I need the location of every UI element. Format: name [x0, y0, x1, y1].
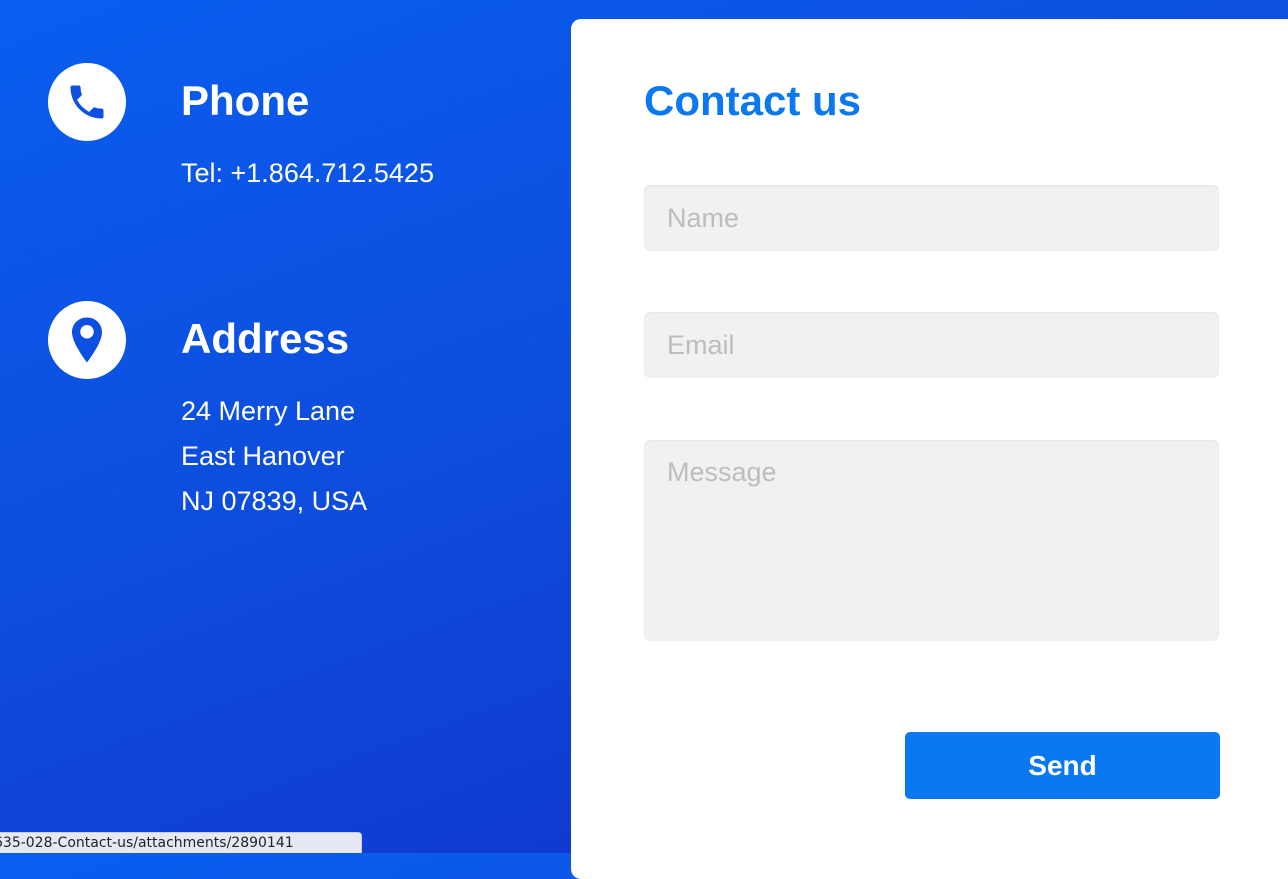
phone-number: Tel: +1.864.712.5425 [181, 158, 434, 188]
address-details: 24 Merry Lane East Hanover NJ 07839, USA [181, 389, 367, 524]
address-line-1: 24 Merry Lane [181, 396, 356, 426]
phone-icon [48, 63, 126, 141]
address-title: Address [181, 315, 350, 362]
message-textarea[interactable] [644, 440, 1219, 641]
map-pin-icon [48, 301, 126, 379]
address-line-2: East Hanover [181, 441, 345, 471]
contact-form-card: Contact us Send [571, 19, 1288, 879]
name-input[interactable] [644, 185, 1219, 251]
email-input[interactable] [644, 312, 1219, 378]
status-url-text: 635-028-Contact-us/attachments/2890141 [0, 835, 294, 851]
form-title: Contact us [644, 77, 862, 124]
phone-title: Phone [181, 77, 310, 124]
send-button[interactable]: Send [905, 732, 1220, 799]
address-line-3: NJ 07839, USA [181, 486, 368, 516]
phone-details: Tel: +1.864.712.5425 [181, 151, 434, 196]
status-bar-url: 635-028-Contact-us/attachments/2890141 [0, 832, 362, 853]
